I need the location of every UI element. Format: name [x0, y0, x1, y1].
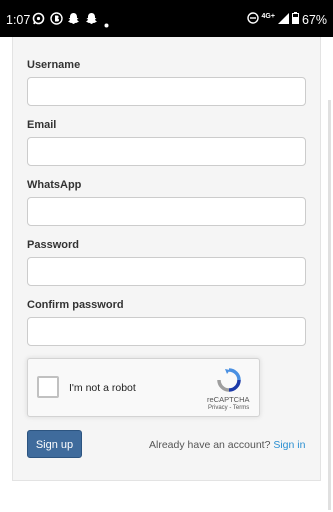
email-label: Email — [27, 119, 57, 131]
network-type: 4G+ — [261, 13, 275, 20]
sign-in-link[interactable]: Sign in — [273, 439, 305, 451]
snapchat-icon-2 — [85, 12, 98, 28]
recaptcha-privacy-link[interactable]: Privacy — [208, 405, 228, 411]
whatsapp-input[interactable] — [27, 197, 306, 226]
status-bar: 1:07 4G+ 67% — [0, 0, 333, 37]
recaptcha-brand: reCAPTCHA — [207, 395, 250, 404]
recaptcha-checkbox[interactable] — [37, 376, 59, 398]
recaptcha-terms-link[interactable]: Terms — [233, 405, 249, 411]
signal-icon — [277, 12, 289, 27]
confirm-password-label: Confirm password — [27, 299, 124, 311]
status-time: 1:07 — [6, 13, 31, 27]
dot-icon — [104, 17, 109, 31]
status-right: 4G+ 67% — [246, 12, 327, 27]
b-app-icon — [50, 12, 63, 28]
whatsapp-label: WhatsApp — [27, 179, 82, 191]
scrollbar[interactable] — [328, 100, 331, 510]
battery-icon — [291, 12, 299, 27]
already-account-label: Already have an account? — [149, 439, 271, 451]
password-label: Password — [27, 239, 79, 251]
recaptcha-links: Privacy - Terms — [208, 405, 249, 411]
email-input[interactable] — [27, 137, 306, 166]
recaptcha-logo-icon — [216, 367, 242, 398]
recaptcha-widget: I'm not a robot reCAPTCHA Privacy - Term… — [27, 358, 260, 417]
sign-up-button[interactable]: Sign up — [27, 430, 82, 458]
already-have-account-text: Already have an account? Sign in — [149, 439, 305, 451]
username-label: Username — [27, 59, 81, 71]
battery-level: 67% — [301, 12, 327, 27]
username-input[interactable] — [27, 77, 306, 106]
whatsapp-icon — [32, 12, 45, 28]
snapchat-icon — [67, 12, 80, 28]
recaptcha-label: I'm not a robot — [69, 382, 136, 394]
password-input[interactable] — [27, 257, 306, 286]
confirm-password-input[interactable] — [27, 317, 306, 346]
do-not-disturb-icon — [246, 12, 259, 27]
